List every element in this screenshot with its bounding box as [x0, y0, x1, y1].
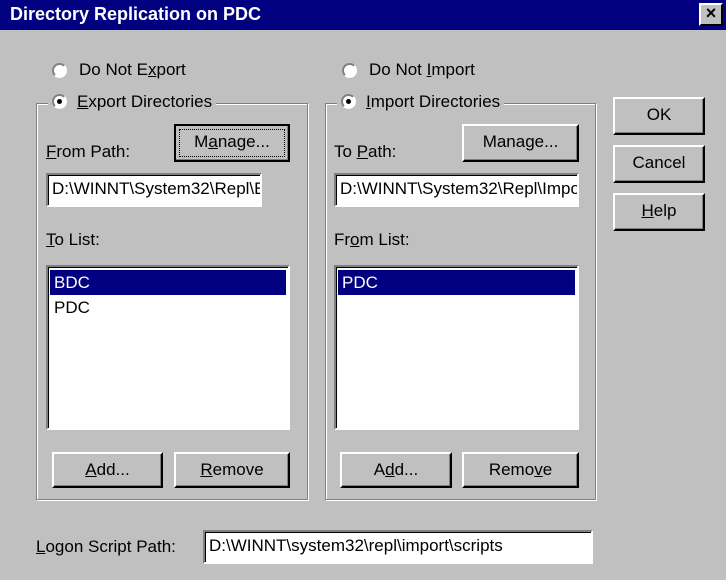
export-directories-option[interactable]: Export Directories: [48, 92, 217, 112]
window-title: Directory Replication on PDC: [10, 4, 262, 24]
close-button[interactable]: ×: [699, 3, 723, 26]
import-directories-option[interactable]: Import Directories: [337, 92, 505, 112]
import-manage-button[interactable]: Manage...: [462, 124, 579, 162]
list-item[interactable]: PDC: [338, 270, 575, 295]
ok-button[interactable]: OK: [613, 97, 705, 135]
logon-script-path-input[interactable]: D:\WINNT\system32\repl\import\scripts: [203, 530, 593, 564]
do-not-export-radio[interactable]: [52, 63, 67, 78]
list-item[interactable]: BDC: [50, 270, 286, 295]
import-remove-button[interactable]: Remove: [462, 452, 579, 488]
logon-script-path-label: Logon Script Path:: [36, 537, 176, 556]
import-directories-radio[interactable]: [341, 94, 356, 109]
help-button[interactable]: Help: [613, 193, 705, 231]
from-list-label: From List:: [334, 230, 410, 249]
from-path-label: From Path:: [46, 142, 131, 161]
list-item[interactable]: PDC: [50, 295, 286, 320]
do-not-export-label: Do Not Export: [79, 60, 186, 79]
import-from-list[interactable]: PDC: [334, 265, 579, 430]
import-path-input[interactable]: D:\WINNT\System32\Repl\Import: [334, 173, 579, 207]
import-add-button[interactable]: Add...: [340, 452, 452, 488]
do-not-import-radio[interactable]: [342, 63, 357, 78]
export-to-list[interactable]: BDC PDC: [46, 265, 290, 430]
to-path-label: To Path:: [334, 142, 397, 161]
cancel-button[interactable]: Cancel: [613, 145, 705, 183]
export-remove-button[interactable]: Remove: [174, 452, 290, 488]
do-not-import-label: Do Not Import: [369, 60, 475, 79]
export-manage-button[interactable]: Manage...: [174, 124, 290, 162]
export-directories-radio[interactable]: [52, 94, 67, 109]
to-list-label: To List:: [46, 230, 100, 249]
export-path-input[interactable]: D:\WINNT\System32\Repl\Export: [46, 173, 262, 207]
export-add-button[interactable]: Add...: [52, 452, 163, 488]
export-directories-label: Export Directories: [77, 92, 213, 111]
import-directories-label: Import Directories: [366, 92, 501, 111]
